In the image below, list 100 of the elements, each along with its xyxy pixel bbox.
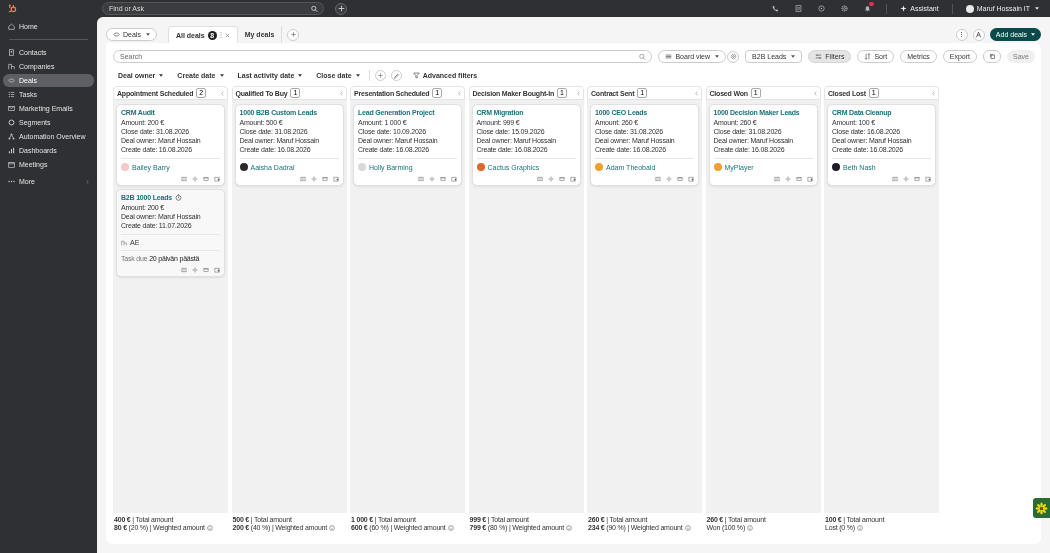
sparkle-icon[interactable] <box>310 176 317 182</box>
help-icon[interactable] <box>818 5 826 12</box>
sparkle-icon[interactable] <box>192 267 198 273</box>
pencil-icon <box>392 71 400 79</box>
more-actions-button[interactable] <box>955 28 968 41</box>
collapse-chevron-icon[interactable] <box>932 90 935 96</box>
caret-icon <box>715 55 720 58</box>
caret-icon <box>355 73 360 77</box>
inbox-icon[interactable] <box>795 5 803 12</box>
collapse-chevron-icon[interactable] <box>458 90 461 96</box>
envelope-icon[interactable] <box>795 176 802 182</box>
tag-icon <box>113 31 120 38</box>
caret-icon <box>298 73 303 77</box>
calendar-icon[interactable] <box>806 176 813 182</box>
triangle-icon <box>975 31 983 38</box>
add-view-button[interactable] <box>287 28 300 41</box>
info-icon[interactable] <box>329 524 336 531</box>
note-icon[interactable] <box>892 176 898 182</box>
envelope-icon[interactable] <box>203 267 209 273</box>
phone-icon[interactable] <box>772 5 780 12</box>
building-icon <box>121 239 127 246</box>
envelope-icon[interactable] <box>203 176 209 182</box>
note-icon[interactable] <box>655 176 661 182</box>
contact-card-icon <box>8 49 15 56</box>
plus-icon <box>289 31 297 38</box>
settings-icon[interactable] <box>841 5 849 12</box>
calendar-icon[interactable] <box>214 267 220 273</box>
note-icon[interactable] <box>181 176 187 182</box>
agent-button[interactable] <box>972 28 985 41</box>
nodes-icon <box>8 133 15 140</box>
note-icon[interactable] <box>418 176 424 182</box>
calendar-icon[interactable] <box>925 176 931 182</box>
sparkle-icon <box>900 5 908 12</box>
create-button[interactable] <box>335 2 347 15</box>
sprocket-logo-icon[interactable] <box>8 4 17 13</box>
note-icon[interactable] <box>181 267 187 273</box>
copy-icon <box>988 53 996 60</box>
collapse-chevron-icon[interactable] <box>221 90 224 96</box>
info-icon[interactable] <box>684 524 691 531</box>
calendar-icon[interactable] <box>214 176 220 182</box>
edit-filters-button[interactable] <box>390 69 402 81</box>
plus-icon <box>337 5 345 12</box>
search-icon[interactable] <box>311 5 318 12</box>
envelope-icon[interactable] <box>321 176 328 182</box>
sliders-icon <box>815 53 823 60</box>
tag-icon <box>8 77 15 84</box>
calendar-icon[interactable] <box>451 176 457 182</box>
collapse-chevron-icon[interactable] <box>339 90 343 96</box>
flower-icon <box>1035 501 1048 515</box>
calendar-icon[interactable] <box>332 176 339 182</box>
building-icon <box>8 63 15 70</box>
list-icon <box>8 91 15 98</box>
sparkle-icon[interactable] <box>903 176 909 182</box>
collapse-chevron-icon[interactable] <box>813 90 817 96</box>
envelope-icon <box>8 105 15 112</box>
info-icon[interactable] <box>747 524 754 531</box>
caret-icon <box>145 33 150 36</box>
rows-icon <box>665 53 673 60</box>
caret-icon <box>219 73 224 77</box>
sort-icon <box>864 53 872 60</box>
info-icon[interactable] <box>206 524 213 531</box>
calendar-icon[interactable] <box>569 176 576 182</box>
caret-icon <box>159 73 164 77</box>
funnel-icon <box>412 71 420 79</box>
add-filter-button[interactable] <box>374 69 386 81</box>
plus-icon <box>376 71 384 79</box>
sparkle-icon[interactable] <box>429 176 435 182</box>
sparkle-icon[interactable] <box>784 176 791 182</box>
envelope-icon[interactable] <box>914 176 920 182</box>
note-icon[interactable] <box>299 176 306 182</box>
envelope-icon[interactable] <box>677 176 683 182</box>
note-icon[interactable] <box>536 176 543 182</box>
caret-icon <box>1031 33 1035 36</box>
settings-icon <box>729 53 737 60</box>
home-icon <box>8 23 15 30</box>
envelope-icon[interactable] <box>440 176 446 182</box>
info-icon[interactable] <box>447 524 454 531</box>
sparkle-icon[interactable] <box>666 176 672 182</box>
bar-chart-icon <box>8 147 15 154</box>
calendar-icon <box>8 161 15 168</box>
ellipsis-icon <box>8 178 15 185</box>
sparkle-icon[interactable] <box>192 176 198 182</box>
envelope-icon[interactable] <box>558 176 565 182</box>
caret-icon <box>791 55 796 58</box>
caret-icon <box>1035 7 1039 10</box>
note-icon[interactable] <box>773 176 780 182</box>
info-icon[interactable] <box>566 524 573 531</box>
collapse-chevron-icon[interactable] <box>576 90 580 96</box>
notifications-icon[interactable] <box>864 5 872 12</box>
user-avatar <box>965 4 974 13</box>
info-icon[interactable] <box>856 524 863 531</box>
collapse-chevron-icon[interactable] <box>695 90 698 96</box>
flower-widget-button[interactable] <box>1033 498 1050 518</box>
calendar-icon[interactable] <box>688 176 694 182</box>
copy-button[interactable] <box>983 50 1002 63</box>
sparkle-icon[interactable] <box>547 176 554 182</box>
close-icon[interactable] <box>224 32 230 38</box>
clock-icon <box>174 194 182 201</box>
board-settings-button[interactable] <box>727 50 740 63</box>
ring-icon <box>8 119 15 126</box>
